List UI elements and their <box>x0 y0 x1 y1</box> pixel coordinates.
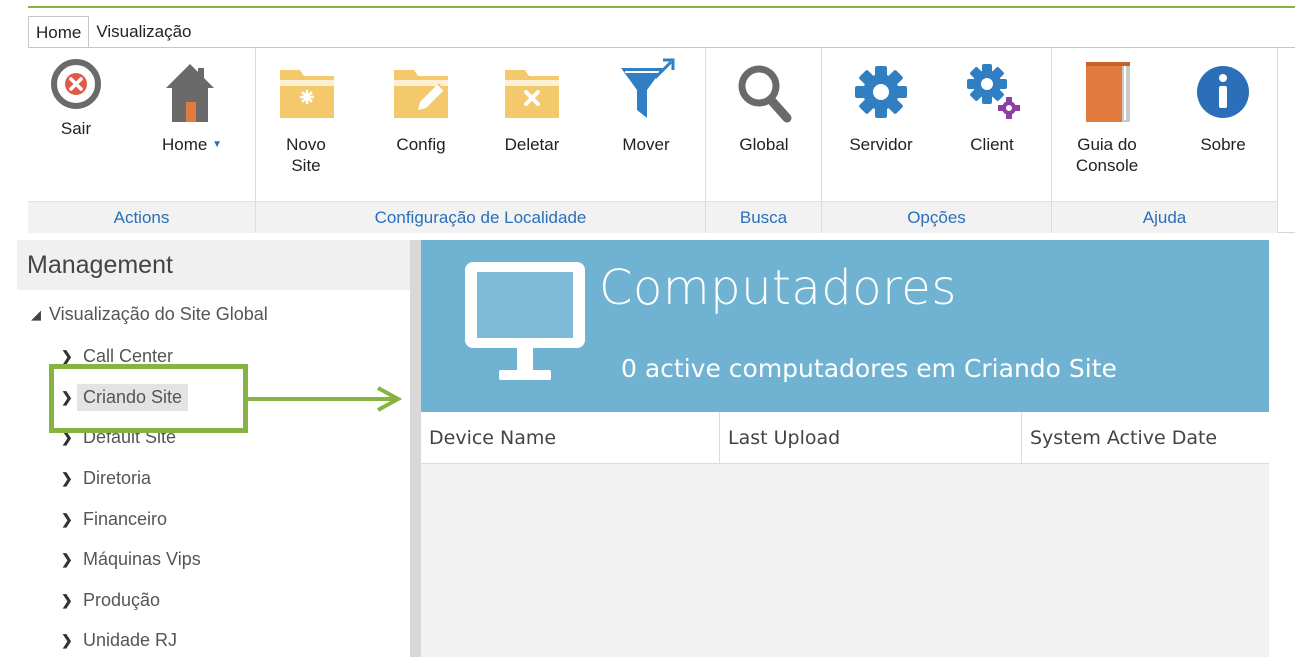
tree-item-producao[interactable]: ❯ Produção <box>61 584 160 616</box>
new-folder-icon <box>280 70 334 118</box>
ribbon-tabs: Home Visualização <box>28 16 199 48</box>
chevron-right-icon[interactable]: ❯ <box>61 551 75 568</box>
group-label-opcoes: Opções <box>822 201 1051 233</box>
chevron-right-icon[interactable]: ❯ <box>61 592 75 609</box>
column-header-system-active-date[interactable]: System Active Date <box>1021 412 1269 464</box>
group-label-ajuda: Ajuda <box>1052 201 1277 233</box>
global-search-button[interactable]: Global <box>724 56 804 155</box>
gears-icon <box>967 64 1020 119</box>
management-pane: Management ◢ Visualização do Site Global… <box>17 240 410 657</box>
right-margin <box>1269 240 1295 657</box>
servidor-button[interactable]: Servidor <box>836 56 926 155</box>
filter-icon <box>621 58 675 118</box>
magnifier-icon <box>738 65 792 123</box>
arrow-annotation-icon <box>248 386 402 412</box>
group-label-actions: Actions <box>28 201 255 233</box>
tab-visualizacao[interactable]: Visualização <box>89 16 198 48</box>
group-label-configuracao: Configuração de Localidade <box>256 201 705 233</box>
computers-table-body <box>421 464 1269 657</box>
tree-root-global-site[interactable]: ◢ Visualização do Site Global <box>31 304 268 325</box>
book-icon <box>1086 62 1130 122</box>
mover-button[interactable]: Mover <box>608 56 684 155</box>
chevron-right-icon[interactable]: ❯ <box>61 632 75 649</box>
ribbon-group-configuracao: Novo Site Config Deletar Mover Configura… <box>256 48 706 233</box>
tree-item-unidade-rj[interactable]: ❯ Unidade RJ <box>61 624 177 656</box>
sair-button[interactable]: Sair <box>42 56 110 139</box>
house-icon <box>166 64 214 122</box>
tree-collapse-icon[interactable]: ◢ <box>31 307 41 323</box>
info-icon <box>1197 66 1249 118</box>
home-button[interactable]: Home ▼ <box>150 56 230 155</box>
pane-splitter[interactable] <box>410 240 421 657</box>
chevron-right-icon[interactable]: ❯ <box>61 511 75 528</box>
delete-folder-icon <box>505 70 559 118</box>
app-window: Home Visualização Sair Home ▼ Actions No… <box>0 0 1295 657</box>
top-border <box>28 6 1295 8</box>
tab-home[interactable]: Home <box>28 16 90 48</box>
page-subtitle: 0 active computadores em Criando Site <box>621 354 1117 383</box>
gear-icon <box>855 66 907 118</box>
edit-folder-icon <box>394 70 448 118</box>
ribbon-group-actions: Sair Home ▼ Actions <box>28 48 256 233</box>
ribbon-group-ajuda: Guia do Console Sobre Ajuda <box>1052 48 1278 233</box>
close-circle-icon <box>51 59 101 109</box>
config-button[interactable]: Config <box>386 56 456 155</box>
chevron-right-icon[interactable]: ❯ <box>61 470 75 487</box>
management-header: Management <box>17 240 410 290</box>
tree-item-maquinas-vips[interactable]: ❯ Máquinas Vips <box>61 543 201 575</box>
chevron-right-icon[interactable]: ❯ <box>61 348 75 365</box>
ribbon: Sair Home ▼ Actions Novo Site Config Del… <box>28 47 1295 233</box>
highlight-annotation <box>49 364 248 433</box>
ribbon-group-busca: Global Busca <box>706 48 822 233</box>
novo-site-button[interactable]: Novo Site <box>276 56 336 176</box>
tree-item-diretoria[interactable]: ❯ Diretoria <box>61 462 151 494</box>
deletar-button[interactable]: Deletar <box>492 56 572 155</box>
column-header-last-upload[interactable]: Last Upload <box>719 412 1021 464</box>
tree-root-label: Visualização do Site Global <box>49 304 268 324</box>
group-label-busca: Busca <box>706 201 821 233</box>
page-title: Computadores <box>599 260 957 316</box>
computadores-header: Computadores 0 active computadores em Cr… <box>421 240 1269 412</box>
tree-item-financeiro[interactable]: ❯ Financeiro <box>61 503 167 535</box>
guia-do-console-button[interactable]: Guia do Console <box>1064 56 1150 176</box>
chevron-down-icon: ▼ <box>212 139 222 150</box>
sobre-button[interactable]: Sobre <box>1188 56 1258 155</box>
ribbon-group-opcoes: Servidor Client Opções <box>822 48 1052 233</box>
monitor-icon <box>465 262 585 380</box>
column-header-device-name[interactable]: Device Name <box>421 412 719 464</box>
client-button[interactable]: Client <box>952 56 1032 155</box>
computers-table-header: Device Name Last Upload System Active Da… <box>421 412 1269 464</box>
